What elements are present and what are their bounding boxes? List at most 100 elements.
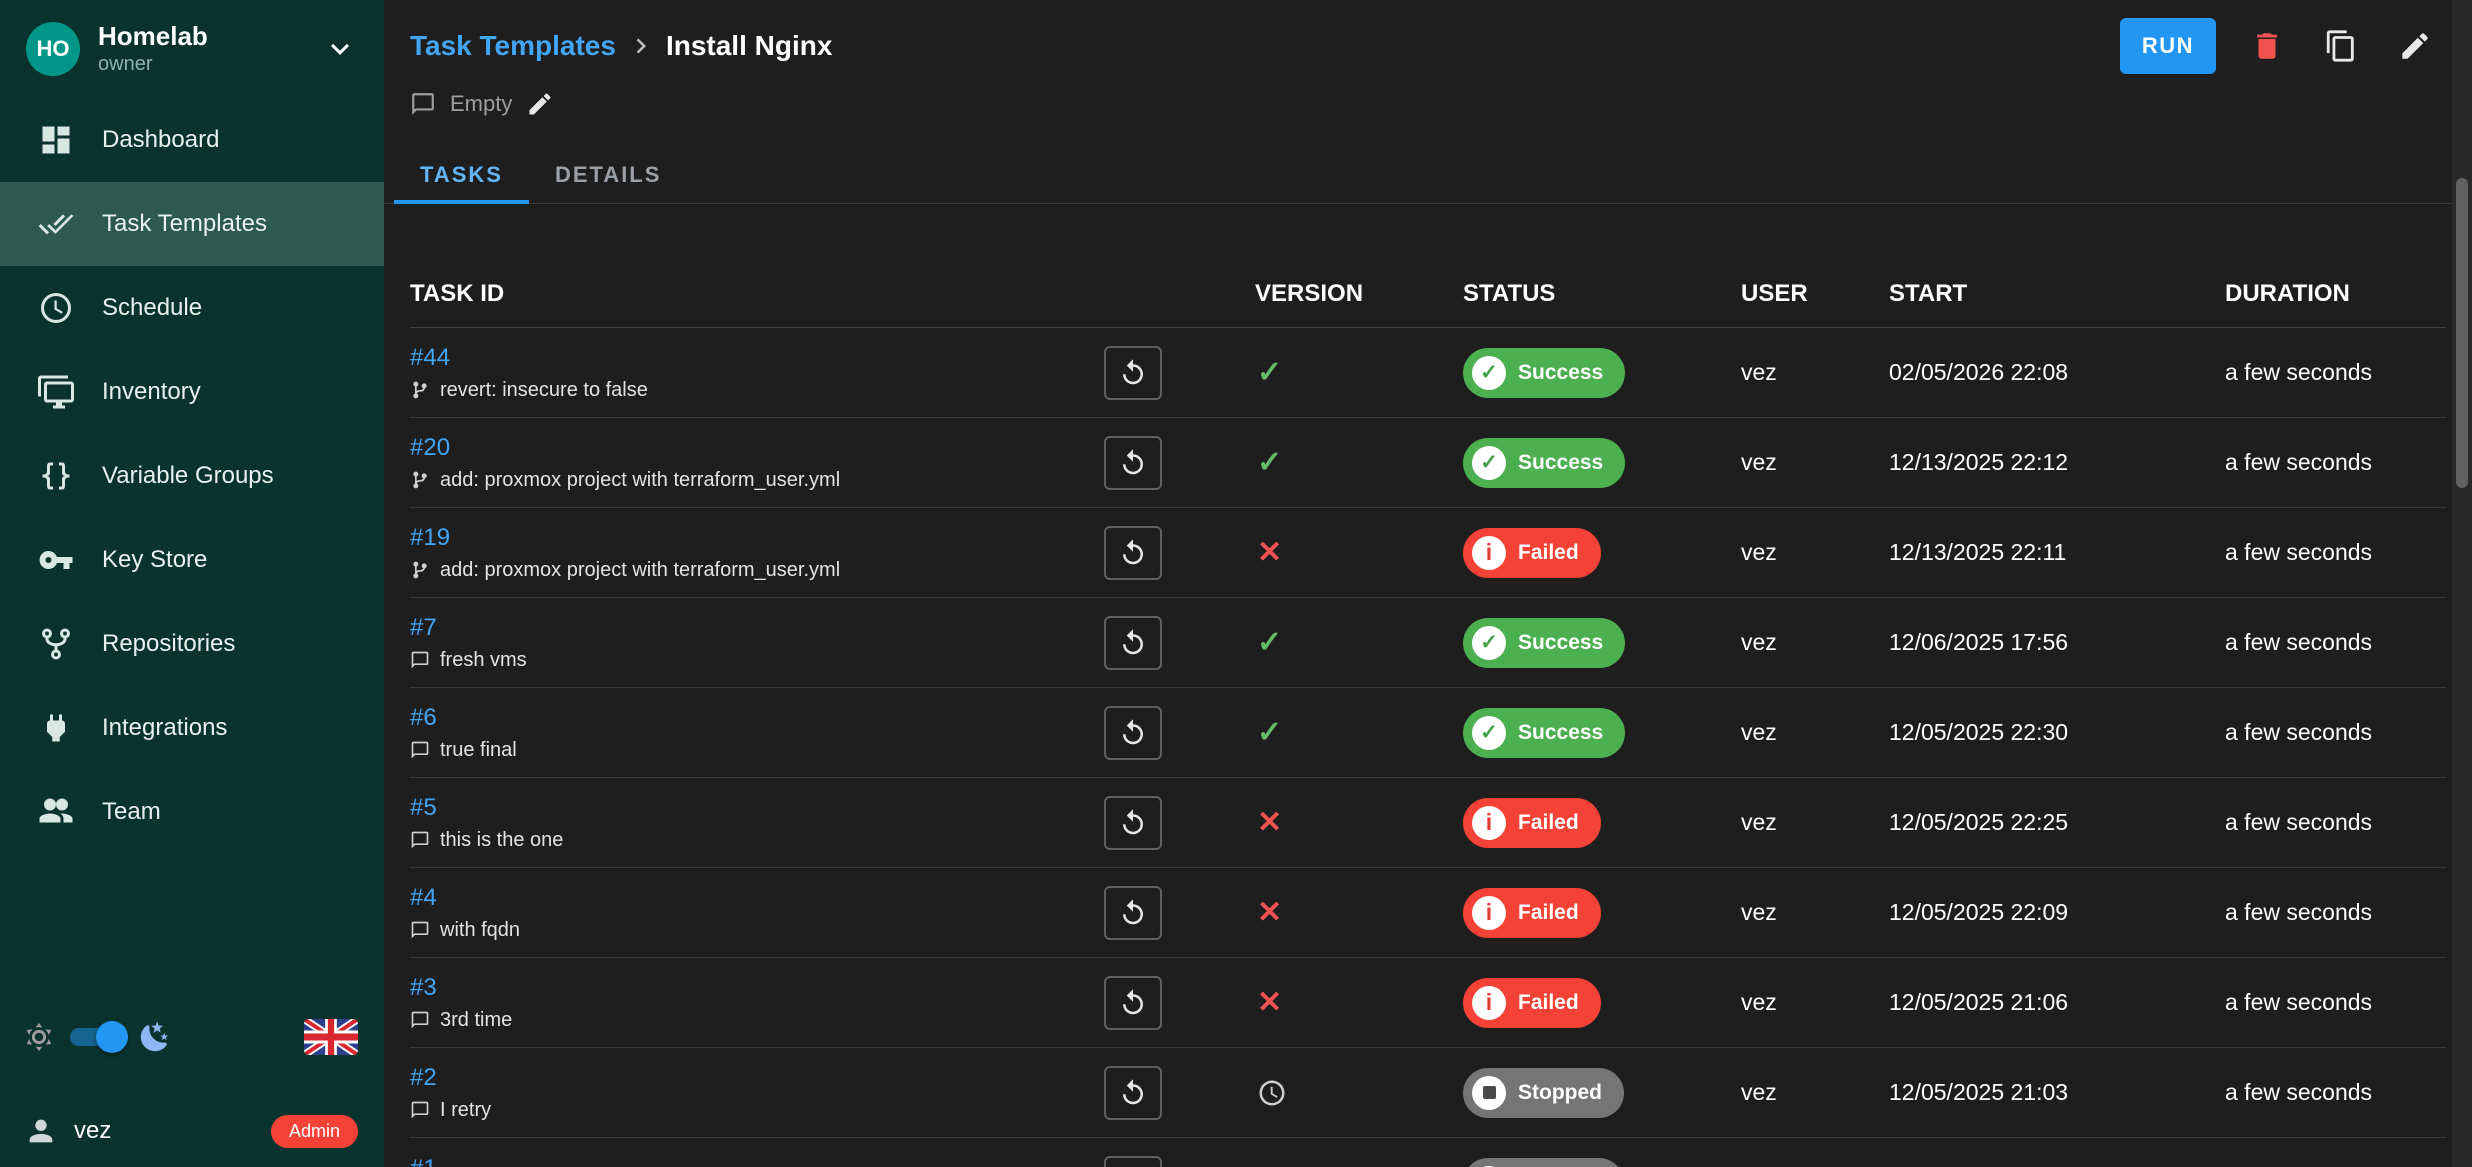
rerun-task-button[interactable] [1104,436,1162,490]
edit-description-icon[interactable] [526,90,554,118]
sidebar-item-schedule[interactable]: Schedule [0,266,384,350]
message-icon [410,920,430,940]
col-start: START [1889,280,2225,308]
rerun-task-button[interactable] [1104,526,1162,580]
topbar: Task Templates Install Nginx RUN [384,0,2472,74]
dark-mode-icon [138,1020,172,1054]
vertical-scrollbar[interactable] [2452,0,2472,1167]
sidebar-item-integrations[interactable]: Integrations [0,686,384,770]
task-id-link[interactable]: #7 [410,614,437,642]
sidebar-item-task-templates[interactable]: Task Templates [0,182,384,266]
table-row: #4 with fqdn ✕ iFailed vez 12/05/2025 22… [410,868,2446,958]
sidebar-item-repositories[interactable]: Repositories [0,602,384,686]
col-duration: DURATION [2225,280,2446,308]
error-circle-icon: i [1472,806,1506,840]
task-id-link[interactable]: #20 [410,434,450,462]
rerun-task-button[interactable] [1104,706,1162,760]
error-circle-icon: i [1472,536,1506,570]
table-row: #19 add: proxmox project with terraform_… [410,508,2446,598]
version-ok-icon: ✓ [1257,716,1282,749]
task-id-link[interactable]: #44 [410,344,450,372]
run-button[interactable]: RUN [2120,18,2216,74]
task-id-link[interactable]: #3 [410,974,437,1002]
theme-row [0,1002,384,1072]
task-id-link[interactable]: #2 [410,1064,437,1092]
copy-template-button[interactable] [2318,23,2364,69]
rerun-task-button[interactable] [1104,796,1162,850]
rerun-task-button[interactable] [1104,616,1162,670]
chevron-down-icon [322,31,358,67]
version-ok-icon: ✓ [1257,356,1282,389]
table-row: #6 true final ✓ ✓Success vez 12/05/2025 … [410,688,2446,778]
rerun-task-button[interactable] [1104,346,1162,400]
current-user-row[interactable]: vez Admin [0,1095,384,1167]
rerun-task-button[interactable] [1104,886,1162,940]
task-id-link[interactable]: #4 [410,884,437,912]
check-circle-icon: ✓ [1472,446,1506,480]
replay-icon [1118,808,1148,838]
task-duration: a few seconds [2225,539,2446,566]
rerun-task-button[interactable] [1104,1156,1162,1167]
status-badge: Stopped [1463,1068,1624,1118]
tab-details[interactable]: DETAILS [529,146,687,203]
rerun-task-button[interactable] [1104,976,1162,1030]
check-circle-icon: ✓ [1472,356,1506,390]
sidebar-menu: Dashboard Task Templates Schedule Invent… [0,98,384,854]
task-id-link[interactable]: #1 [410,1155,437,1167]
task-id-link[interactable]: #19 [410,524,450,552]
task-message: with fqdn [410,919,1090,942]
task-duration: a few seconds [2225,629,2446,656]
task-templates-icon [38,206,74,242]
table-row: #1 Stopped vez 12/05/2025 20:56 a few se… [410,1138,2446,1167]
status-badge: ✓Success [1463,348,1625,398]
task-id-link[interactable]: #5 [410,794,437,822]
light-mode-icon [22,1020,56,1054]
task-start: 12/05/2025 21:03 [1889,1079,2225,1106]
replay-icon [1118,448,1148,478]
task-start: 12/05/2025 22:30 [1889,719,2225,746]
sidebar-item-label: Key Store [102,546,207,574]
table-row: #3 3rd time ✕ iFailed vez 12/05/2025 21:… [410,958,2446,1048]
workspace-avatar: HO [26,22,80,76]
task-start: 12/05/2025 22:09 [1889,899,2225,926]
rerun-task-button[interactable] [1104,1066,1162,1120]
sidebar-item-key-store[interactable]: Key Store [0,518,384,602]
table-row: #5 this is the one ✕ iFailed vez 12/05/2… [410,778,2446,868]
version-fail-icon: ✕ [1257,806,1282,839]
sidebar-item-variable-groups[interactable]: Variable Groups [0,434,384,518]
task-duration: a few seconds [2225,899,2446,926]
delete-template-button[interactable] [2244,23,2290,69]
scrollbar-thumb[interactable] [2456,178,2468,488]
status-badge: Stopped [1463,1158,1624,1167]
task-user: vez [1741,539,1889,566]
variable-groups-icon [38,458,74,494]
status-badge: ✓Success [1463,618,1625,668]
error-circle-icon: i [1472,896,1506,930]
copy-icon [2324,29,2358,63]
replay-icon [1118,898,1148,928]
repositories-icon [38,626,74,662]
task-start: 12/06/2025 17:56 [1889,629,2225,656]
integrations-icon [38,710,74,746]
workspace-switcher[interactable]: HO Homelab owner [0,0,384,98]
task-user: vez [1741,359,1889,386]
replay-icon [1118,628,1148,658]
tab-tasks[interactable]: TASKS [394,146,529,203]
table-header: TASK ID VERSION STATUS USER START DURATI… [410,260,2446,328]
version-fail-icon: ✕ [1257,536,1282,569]
admin-badge: Admin [271,1115,358,1148]
language-flag-uk[interactable] [304,1019,358,1055]
page-title: Install Nginx [666,30,832,62]
template-actions: RUN [2120,18,2438,74]
task-user: vez [1741,449,1889,476]
dark-mode-toggle[interactable] [68,1024,126,1050]
edit-template-button[interactable] [2392,23,2438,69]
sidebar-item-dashboard[interactable]: Dashboard [0,98,384,182]
task-duration: a few seconds [2225,809,2446,836]
sidebar-item-inventory[interactable]: Inventory [0,350,384,434]
message-icon [410,1100,430,1120]
sidebar-item-team[interactable]: Team [0,770,384,854]
message-icon [410,830,430,850]
breadcrumb-task-templates[interactable]: Task Templates [410,30,616,62]
task-id-link[interactable]: #6 [410,704,437,732]
